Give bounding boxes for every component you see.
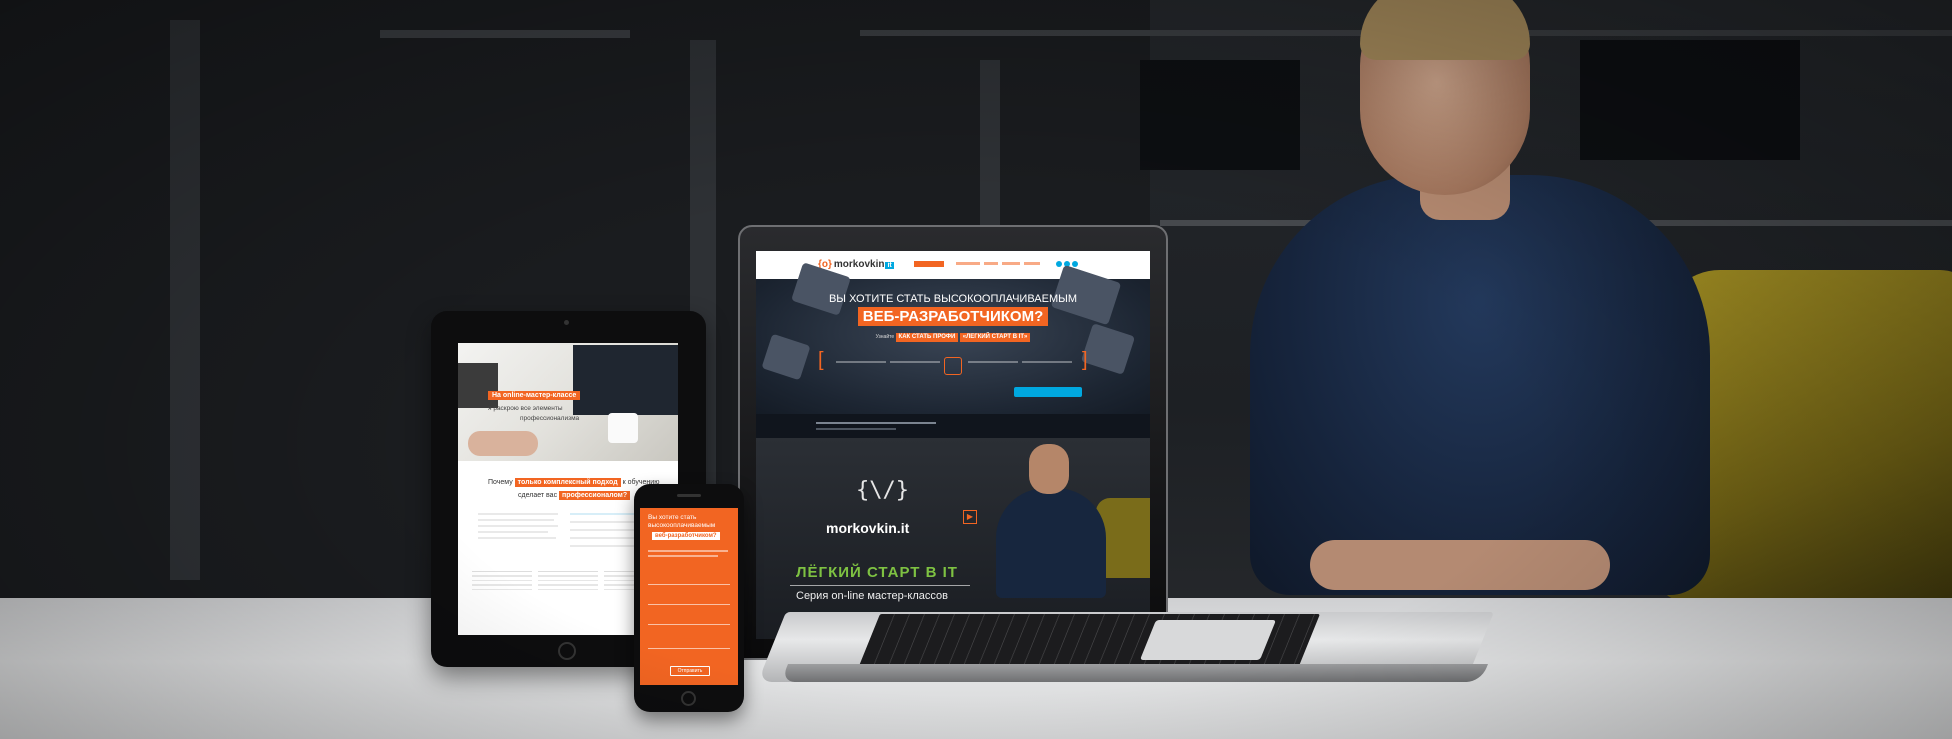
phone-home-button <box>681 691 696 706</box>
video-divider <box>790 585 970 586</box>
video-section[interactable]: {\/} morkovkin.it ▶ ЛЁГКИЙ СТАРТ В IT Се… <box>756 438 1150 639</box>
logo-text: morkovkin <box>833 259 885 270</box>
presenter-hands <box>1310 540 1610 590</box>
webinar-strip <box>756 414 1150 438</box>
nav-link[interactable] <box>984 262 998 265</box>
tablet-why-highlight: только комплексный подход <box>514 478 621 487</box>
tablet-hero-hand <box>468 431 538 456</box>
tablet-col-line <box>538 584 598 586</box>
hero-sub-badge: «ЛЕГКИЙ СТАРТ В IT» <box>959 333 1031 342</box>
nav-link[interactable] <box>1002 262 1020 265</box>
play-icon[interactable]: ▶ <box>963 510 977 524</box>
tablet-col-line <box>472 588 532 590</box>
tablet-why2-highlight: профессионалом? <box>559 491 631 500</box>
hero-highlight: ВЕБ-РАЗРАБОТЧИКОМ? <box>756 307 1150 326</box>
tablet-col-line <box>538 579 598 581</box>
tablet-hero-tag: На online-мастер-классе <box>488 391 581 400</box>
feature-line <box>890 361 940 363</box>
phone-heading: Вы хотите стать высокооплачиваемым <box>648 514 716 529</box>
laptop-trackpad <box>1139 620 1277 660</box>
hero-heading: ВЫ ХОТИТЕ СТАТЬ ВЫСОКООПЛАЧИВАЕМЫМ <box>828 293 1078 305</box>
site-logo[interactable]: {o} morkovkin it <box>818 259 894 270</box>
tablet-why2-prefix: сделает вас <box>518 492 558 499</box>
tablet-why-prefix: Почему <box>488 479 513 486</box>
laptop-screen: {o} morkovkin it ВЫ ХОТИТЕ СТАТЬ ВЫСОКООПЛ… <box>756 251 1150 639</box>
hero-sub-badge: КАК СТАТЬ ПРОФИ <box>895 333 959 342</box>
tablet-paragraph-line <box>478 525 558 527</box>
video-subtitle: Серия on-line мастер-классов <box>796 590 948 602</box>
feature-line <box>968 361 1018 363</box>
right-bracket-icon: ] <box>1082 349 1088 371</box>
logo-it-badge: it <box>885 262 894 269</box>
phone-phone-field[interactable] <box>648 624 730 625</box>
tablet-paragraph-line <box>478 513 558 515</box>
hero-banner: На online-мастер-классе я раскрою все эл… <box>0 0 1952 739</box>
phone-device: Вы хотите стать высокооплачиваемым веб-р… <box>634 484 744 712</box>
tablet-paragraph-line <box>478 537 556 539</box>
tablet-col-line <box>472 575 532 577</box>
tablet-camera <box>564 320 569 325</box>
phone-text-line <box>648 555 718 557</box>
laptop-device: {o} morkovkin it ВЫ ХОТИТЕ СТАТЬ ВЫСОКООПЛ… <box>738 225 1168 660</box>
tablet-why-heading: Почему только комплексный подход к обуче… <box>488 478 659 487</box>
left-bracket-icon: [ <box>818 349 824 371</box>
tablet-hero-cup <box>608 413 638 443</box>
strip-text-line <box>816 422 936 424</box>
video-logo-icon: {\/} <box>856 478 909 503</box>
hero-highlight-text: ВЕБ-РАЗРАБОТЧИКОМ? <box>857 307 1049 326</box>
presenter-sweater <box>1250 175 1710 595</box>
tablet-col-line <box>538 588 598 590</box>
nav-link[interactable] <box>1024 262 1040 265</box>
feature-line <box>836 361 886 363</box>
video-presenter-head <box>1029 444 1069 494</box>
tablet-hero-image: На online-мастер-классе я раскрою все эл… <box>458 343 678 461</box>
tablet-feature-column <box>538 571 598 627</box>
phone-email-field[interactable] <box>648 604 730 605</box>
feature-line <box>1022 361 1072 363</box>
tablet-home-button <box>558 642 576 660</box>
hero-subtitle: Узнайте КАК СТАТЬ ПРОФИ «ЛЕГКИЙ СТАРТ В … <box>816 333 1090 342</box>
presenter-photo <box>1230 0 1730 600</box>
tablet-paragraph-line <box>570 545 640 547</box>
nav-cta-button[interactable] <box>914 261 944 267</box>
tablet-paragraph-line <box>478 531 548 533</box>
nav-link[interactable] <box>956 262 980 265</box>
hero-cta-button[interactable] <box>1014 387 1082 397</box>
phone-badge: веб-разработчиком? <box>652 532 720 540</box>
puzzle-piece <box>761 333 811 381</box>
background-post <box>170 20 200 580</box>
social-icon[interactable] <box>1056 261 1062 267</box>
phone-question-field[interactable] <box>648 648 730 649</box>
tablet-paragraph-line <box>478 519 554 521</box>
video-title: ЛЁГКИЙ СТАРТ В IT <box>796 564 958 581</box>
phone-text-line <box>648 550 728 552</box>
tablet-hero-line: я раскрою все элементы <box>488 405 563 412</box>
video-presenter <box>996 438 1106 598</box>
tablet-col-line <box>538 575 598 577</box>
feature-center-icon <box>944 357 962 375</box>
tablet-hero-laptop <box>458 363 498 408</box>
background-rail <box>380 30 630 38</box>
laptop-front-edge <box>780 664 1488 682</box>
phone-screen: Вы хотите стать высокооплачиваемым веб-р… <box>640 508 738 685</box>
puzzle-piece <box>1080 323 1136 375</box>
social-icon[interactable] <box>1072 261 1078 267</box>
video-brand-name: morkovkin.it <box>826 520 910 536</box>
tablet-col-line <box>472 584 532 586</box>
tablet-col-line <box>472 579 532 581</box>
phone-submit-button[interactable]: Отправить <box>670 666 710 676</box>
site-hero: ВЫ ХОТИТЕ СТАТЬ ВЫСОКООПЛАЧИВАЕМЫМ ВЕБ-Р… <box>756 262 1150 414</box>
hero-sub-prefix: Узнайте <box>875 334 895 340</box>
tablet-hero-line: профессионализма <box>520 415 580 422</box>
tablet-why-heading-line2: сделает вас профессионалом? <box>518 491 631 500</box>
strip-text-line <box>816 428 896 430</box>
presenter-hair <box>1360 0 1530 60</box>
phone-speaker <box>677 494 701 497</box>
tablet-hero-monitor <box>573 345 678 415</box>
tablet-feature-column <box>472 571 532 627</box>
phone-name-field[interactable] <box>648 584 730 585</box>
video-presenter-body <box>996 488 1106 598</box>
